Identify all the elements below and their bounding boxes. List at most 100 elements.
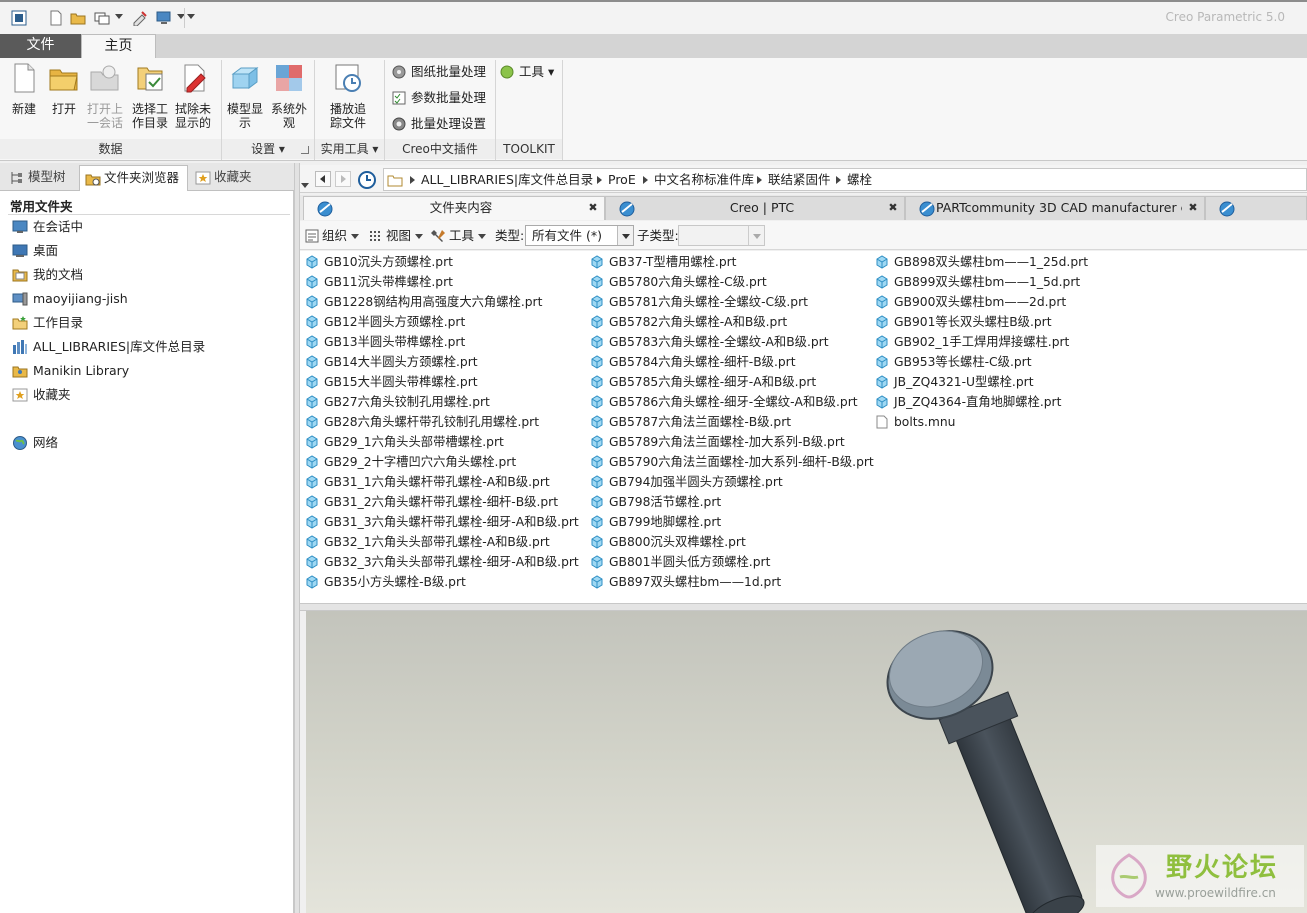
file-item[interactable]: GB31_1六角头螺杆带孔螺栓-A和B级.prt: [305, 472, 550, 492]
file-item[interactable]: GB35小方头螺栓-B级.prt: [305, 572, 466, 592]
tab-extra[interactable]: [1205, 196, 1307, 220]
forward-arrow-icon[interactable]: [335, 171, 351, 187]
file-item[interactable]: GB14大半圆头方颈螺栓.prt: [305, 352, 478, 372]
file-item[interactable]: GB5786六角头螺栓-细牙-全螺纹-A和B级.prt: [590, 392, 858, 412]
organize-menu[interactable]: 组织: [304, 226, 360, 246]
file-item[interactable]: GB29_1六角头头部带槽螺栓.prt: [305, 432, 504, 452]
new-file-icon[interactable]: [48, 10, 64, 26]
file-item[interactable]: bolts.mnu: [875, 412, 955, 432]
file-item[interactable]: GB5785六角头螺栓-细牙-A和B级.prt: [590, 372, 816, 392]
file-item[interactable]: GB902_1手工焊用焊接螺柱.prt: [875, 332, 1069, 352]
file-item[interactable]: GB799地脚螺栓.prt: [590, 512, 721, 532]
app-menu-icon[interactable]: [11, 10, 27, 26]
file-item[interactable]: GB897双头螺柱bm——1d.prt: [590, 572, 781, 592]
file-item[interactable]: GB900双头螺柱bm——2d.prt: [875, 292, 1066, 312]
folder-favorites[interactable]: 收藏夹: [12, 385, 71, 405]
open-folder-icon[interactable]: [70, 10, 86, 26]
drawing-batch-button[interactable]: 图纸批量处理: [389, 62, 486, 82]
settings-launcher-icon[interactable]: [301, 146, 309, 154]
erase-not-displayed-button[interactable]: 拭除未 显示的: [171, 62, 215, 130]
folder-manikin-library[interactable]: Manikin Library: [12, 361, 129, 381]
subtype-dropdown-button[interactable]: [748, 226, 764, 245]
file-item[interactable]: GB953等长螺柱-C级.prt: [875, 352, 1032, 372]
close-tab-icon[interactable]: ✖: [1186, 197, 1200, 219]
breadcrumb-all-libraries[interactable]: ALL_LIBRARIES|库文件总目录: [421, 172, 593, 188]
folder-all-libraries[interactable]: ALL_LIBRARIES|库文件总目录: [12, 337, 205, 357]
batch-settings-button[interactable]: 批量处理设置: [389, 114, 486, 134]
breadcrumb-bolts[interactable]: 螺栓: [847, 172, 872, 188]
file-item[interactable]: GB10沉头方颈螺栓.prt: [305, 252, 453, 272]
file-item[interactable]: GB37-T型槽用螺栓.prt: [590, 252, 737, 272]
file-item[interactable]: GB5782六角头螺栓-A和B级.prt: [590, 312, 787, 332]
group-label-utilities[interactable]: 实用工具 ▾: [315, 139, 384, 159]
open-last-session-button[interactable]: 打开上 一会话: [83, 62, 127, 130]
viewer-splitter[interactable]: [300, 603, 1307, 611]
folder-network[interactable]: 网络: [12, 433, 58, 453]
tab-home[interactable]: 主页: [81, 34, 156, 59]
folder-working-directory[interactable]: 工作目录: [12, 313, 83, 333]
file-item[interactable]: GB899双头螺柱bm——1_5d.prt: [875, 272, 1080, 292]
file-item[interactable]: GB31_2六角头螺杆带孔螺栓-细杆-B级.prt: [305, 492, 558, 512]
file-item[interactable]: GB794加强半圆头方颈螺栓.prt: [590, 472, 783, 492]
tab-creo-ptc[interactable]: Creo | PTC ✖: [605, 196, 905, 220]
param-batch-button[interactable]: 参数批量处理: [389, 88, 486, 108]
file-item[interactable]: GB32_1六角头头部带孔螺栓-A和B级.prt: [305, 532, 550, 552]
close-tab-icon[interactable]: ✖: [586, 197, 600, 219]
breadcrumb-standard-library[interactable]: 中文名称标准件库: [654, 172, 754, 188]
file-item[interactable]: GB5790六角法兰面螺栓-加大系列-细杆-B级.prt: [590, 452, 874, 472]
file-item[interactable]: GB901等长双头螺柱B级.prt: [875, 312, 1052, 332]
tools-menu[interactable]: 工具: [431, 226, 487, 246]
file-item[interactable]: JB_ZQ4364-直角地脚螺栓.prt: [875, 392, 1061, 412]
file-item[interactable]: GB5780六角头螺栓-C级.prt: [590, 272, 767, 292]
file-item[interactable]: GB13半圆头带榫螺栓.prt: [305, 332, 465, 352]
new-button[interactable]: 新建: [2, 62, 46, 116]
file-item[interactable]: GB32_3六角头头部带孔螺栓-细牙-A和B级.prt: [305, 552, 579, 572]
file-item[interactable]: GB5784六角头螺栓-细杆-B级.prt: [590, 352, 796, 372]
file-item[interactable]: GB801半圆头低方颈螺栓.prt: [590, 552, 770, 572]
system-appearance-button[interactable]: 系统外观: [267, 62, 311, 130]
folder-desktop[interactable]: 桌面: [12, 241, 58, 261]
play-trail-button[interactable]: 播放追 踪文件: [326, 62, 370, 130]
file-item[interactable]: JB_ZQ4321-U型螺栓.prt: [875, 372, 1034, 392]
breadcrumb-separator[interactable]: [836, 176, 841, 184]
type-dropdown-button[interactable]: [617, 226, 633, 245]
breadcrumb-fasteners[interactable]: 联结紧固件: [768, 172, 831, 188]
folder-in-session[interactable]: 在会话中: [12, 217, 83, 237]
view-menu[interactable]: 视图: [368, 226, 424, 246]
history-clock-icon[interactable]: [357, 170, 377, 190]
tab-model-tree[interactable]: 模型树: [4, 165, 76, 191]
file-item[interactable]: GB5789六角法兰面螺栓-加大系列-B级.prt: [590, 432, 845, 452]
file-item[interactable]: GB800沉头双榫螺栓.prt: [590, 532, 746, 552]
folder-my-documents[interactable]: 我的文档: [12, 265, 83, 285]
tab-partcommunity[interactable]: PARTcommunity 3D CAD manufacturer catalo…: [905, 196, 1205, 220]
window-dropdown-caret[interactable]: [115, 14, 123, 19]
breadcrumb-separator[interactable]: [643, 176, 648, 184]
file-item[interactable]: GB898双头螺柱bm——1_25d.prt: [875, 252, 1088, 272]
display-icon[interactable]: [156, 10, 172, 26]
window-icon[interactable]: [94, 10, 110, 26]
toolkit-tools-button[interactable]: 工具 ▾: [497, 62, 554, 82]
file-item[interactable]: GB12半圆头方颈螺栓.prt: [305, 312, 465, 332]
folder-user[interactable]: maoyijiang-jish: [12, 289, 128, 309]
select-working-dir-button[interactable]: 选择工 作目录: [128, 62, 172, 130]
nav-history-caret[interactable]: [301, 183, 309, 188]
file-item[interactable]: GB11沉头带榫螺栓.prt: [305, 272, 453, 292]
open-button[interactable]: 打开: [42, 62, 86, 116]
tab-favorites[interactable]: 收藏夹: [190, 165, 266, 191]
breadcrumb-separator[interactable]: [410, 176, 415, 184]
breadcrumb-separator[interactable]: [757, 176, 762, 184]
back-arrow-icon[interactable]: [315, 171, 331, 187]
regenerate-icon[interactable]: [132, 10, 148, 26]
file-item[interactable]: GB29_2十字槽凹穴六角头螺栓.prt: [305, 452, 516, 472]
breadcrumb-separator[interactable]: [597, 176, 602, 184]
model-display-button[interactable]: 模型显示: [223, 62, 267, 130]
file-item[interactable]: GB1228钢结构用高强度大六角螺栓.prt: [305, 292, 542, 312]
tab-folder-browser[interactable]: 文件夹浏览器: [79, 165, 188, 191]
file-item[interactable]: GB5787六角法兰面螺栓-B级.prt: [590, 412, 791, 432]
file-item[interactable]: GB5783六角头螺栓-全螺纹-A和B级.prt: [590, 332, 829, 352]
customize-qa-caret[interactable]: [187, 14, 195, 19]
breadcrumb-proe[interactable]: ProE: [608, 172, 636, 188]
close-tab-icon[interactable]: ✖: [886, 197, 900, 219]
file-item[interactable]: GB798活节螺栓.prt: [590, 492, 721, 512]
tab-file[interactable]: 文件: [0, 34, 81, 58]
